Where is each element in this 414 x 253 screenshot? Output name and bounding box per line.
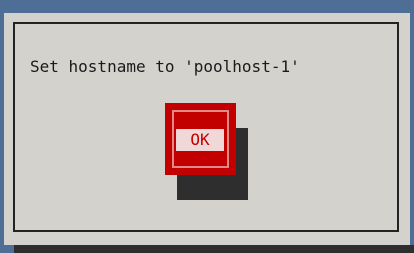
desktop-background: Set hostname to 'poolhost-1' OK (0, 0, 414, 253)
dialog-shadow (14, 245, 414, 253)
dialog-message: Set hostname to 'poolhost-1' (30, 57, 300, 76)
ok-button-label[interactable]: OK (176, 129, 224, 151)
